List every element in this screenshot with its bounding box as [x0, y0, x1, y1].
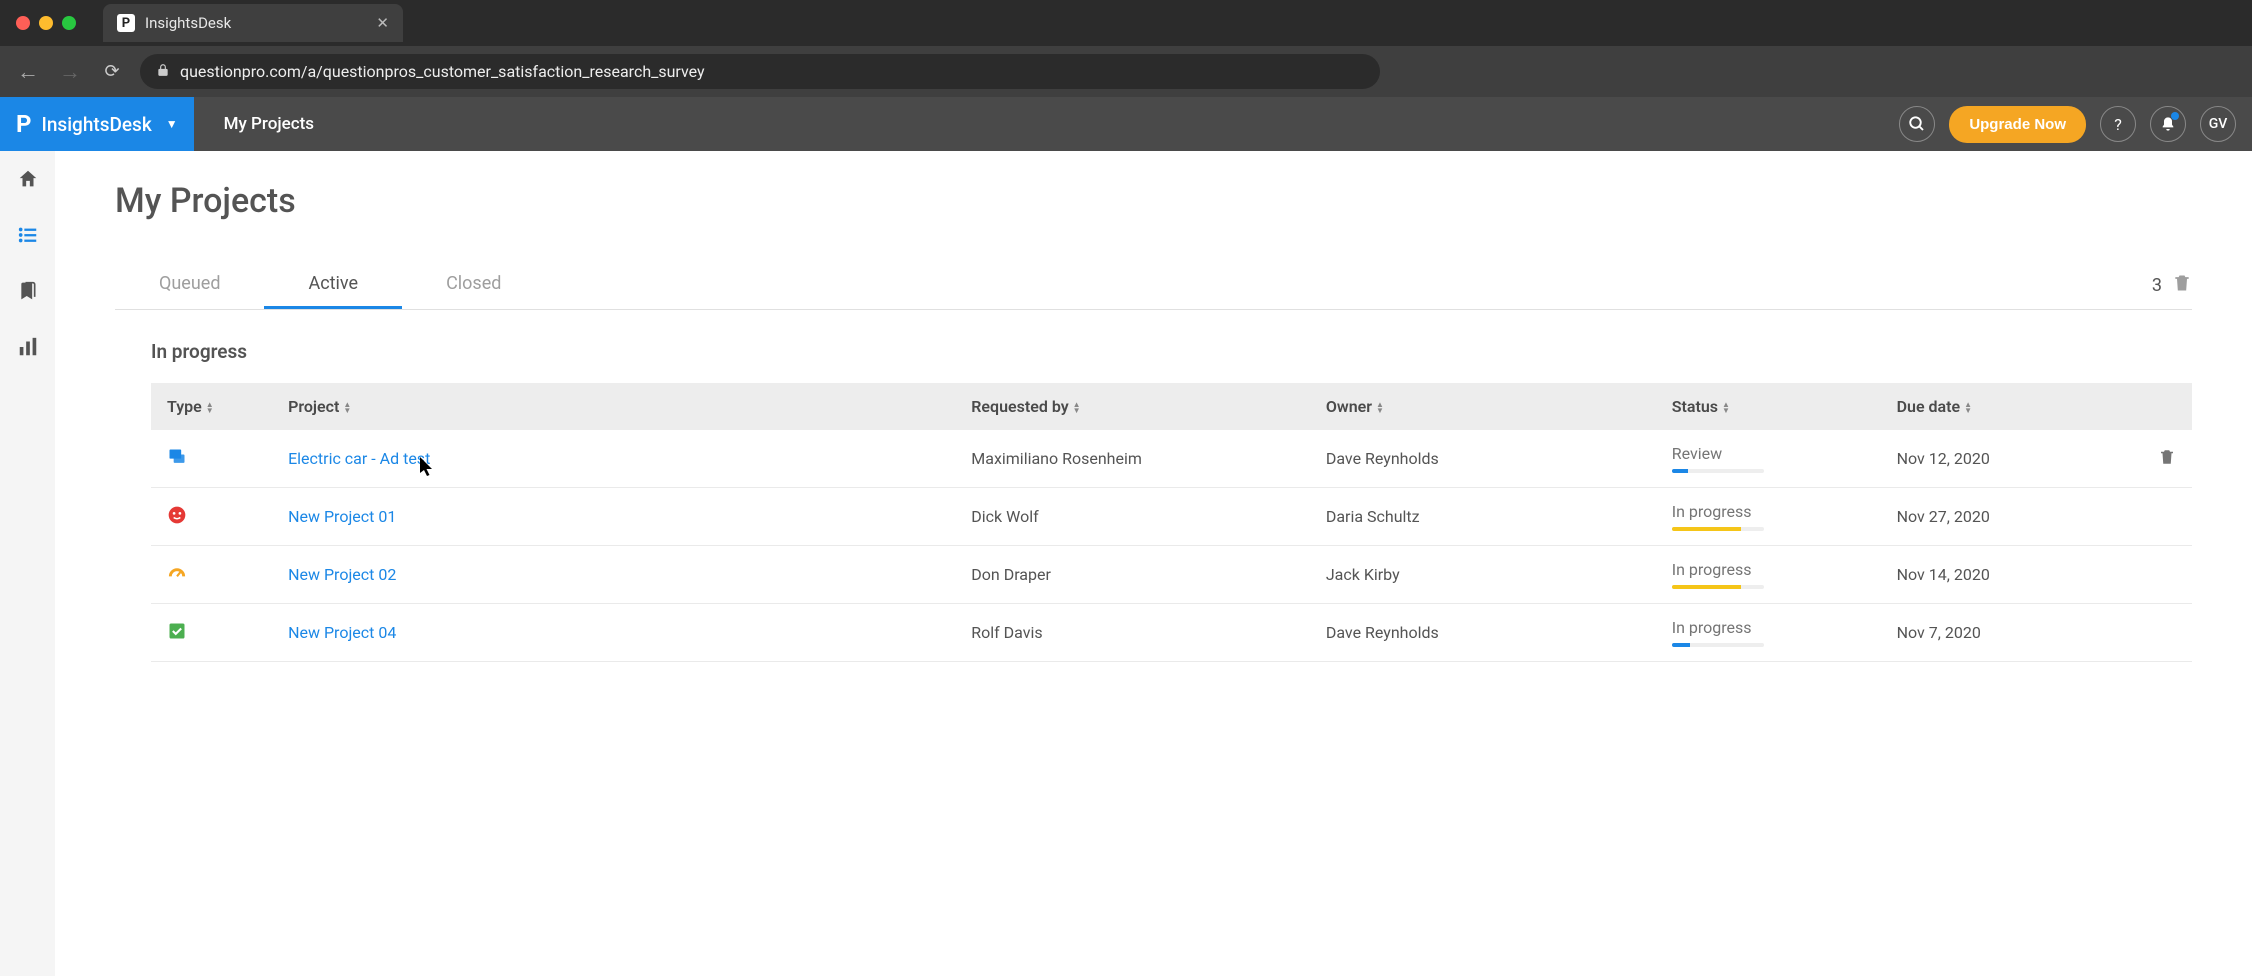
help-button[interactable]: ? [2100, 106, 2136, 142]
tab-closed[interactable]: Closed [402, 261, 545, 309]
sidebar [0, 151, 55, 976]
main-content: My Projects Queued Active Closed 3 In pr… [55, 151, 2252, 976]
window-maximize-button[interactable] [62, 16, 76, 30]
project-type-icon [167, 447, 187, 467]
tab-title: InsightsDesk [145, 14, 366, 32]
due-date-cell: Nov 14, 2020 [1881, 546, 2106, 604]
column-header-status[interactable]: Status▲▼ [1656, 383, 1881, 430]
sidebar-item-home[interactable] [16, 167, 40, 191]
notification-dot-icon [2171, 112, 2179, 120]
items-count: 3 [2152, 275, 2172, 296]
column-header-requested-by[interactable]: Requested by▲▼ [955, 383, 1310, 430]
project-link[interactable]: New Project 02 [288, 565, 396, 584]
owner-cell: Dave Reynholds [1310, 430, 1656, 488]
search-button[interactable] [1899, 106, 1935, 142]
status-cell: In progress [1656, 546, 1881, 604]
sidebar-item-list[interactable] [16, 223, 40, 247]
due-date-cell: Nov 27, 2020 [1881, 488, 2106, 546]
forward-button[interactable]: → [56, 59, 84, 85]
requested-by-cell: Don Draper [955, 546, 1310, 604]
header-actions: Upgrade Now ? GV [1883, 106, 2252, 143]
page-title: My Projects [115, 181, 2192, 221]
avatar[interactable]: GV [2200, 106, 2236, 142]
upgrade-button[interactable]: Upgrade Now [1949, 106, 2086, 143]
due-date-cell: Nov 12, 2020 [1881, 430, 2106, 488]
tab-close-icon[interactable]: ✕ [376, 14, 389, 32]
window-controls: P InsightsDesk ✕ [0, 0, 2252, 46]
table-row: New Project 04 Rolf DavisDave ReynholdsIn… [151, 604, 2192, 662]
brand-logo-icon: P [16, 110, 31, 138]
project-type-icon [167, 621, 187, 641]
progress-bar [1672, 527, 1764, 531]
url-bar-row: ← → ⟳ questionpro.com/a/questionpros_cus… [0, 46, 2252, 97]
column-header-owner[interactable]: Owner▲▼ [1310, 383, 1656, 430]
sidebar-item-bookmark[interactable] [16, 279, 40, 303]
trash-button[interactable] [2172, 273, 2192, 297]
tab-row: Queued Active Closed 3 [115, 261, 2192, 310]
table-row: New Project 02 Don DraperJack KirbyIn pro… [151, 546, 2192, 604]
sort-icon: ▲▼ [206, 402, 214, 414]
table-row: New Project 01 Dick WolfDaria SchultzIn p… [151, 488, 2192, 546]
sort-icon: ▲▼ [1722, 402, 1730, 414]
owner-cell: Jack Kirby [1310, 546, 1656, 604]
sidebar-item-analytics[interactable] [16, 335, 40, 359]
sort-icon: ▲▼ [343, 402, 351, 414]
back-button[interactable]: ← [14, 59, 42, 85]
status-cell: In progress [1656, 604, 1881, 662]
project-link[interactable]: New Project 04 [288, 623, 396, 642]
chevron-down-icon: ▼ [166, 117, 178, 131]
window-minimize-button[interactable] [39, 16, 53, 30]
notifications-button[interactable] [2150, 106, 2186, 142]
sort-icon: ▲▼ [1964, 402, 1972, 414]
owner-cell: Daria Schultz [1310, 488, 1656, 546]
app-body: My Projects Queued Active Closed 3 In pr… [0, 151, 2252, 976]
header-section-title: My Projects [194, 114, 344, 134]
browser-chrome: P InsightsDesk ✕ ← → ⟳ questionpro.com/a… [0, 0, 2252, 97]
requested-by-cell: Dick Wolf [955, 488, 1310, 546]
progress-bar [1672, 585, 1764, 589]
sort-icon: ▲▼ [1073, 402, 1081, 414]
lock-icon [156, 63, 170, 81]
project-type-icon [167, 505, 187, 525]
window-close-button[interactable] [16, 16, 30, 30]
project-link[interactable]: New Project 01 [288, 507, 396, 526]
url-text: questionpro.com/a/questionpros_customer_… [180, 62, 705, 81]
project-type-icon [167, 563, 187, 583]
table-row: Electric car - Ad test Maximiliano Rosenh… [151, 430, 2192, 488]
section-heading: In progress [151, 340, 2192, 363]
column-header-due-date[interactable]: Due date▲▼ [1881, 383, 2106, 430]
sort-icon: ▲▼ [1376, 402, 1384, 414]
column-header-project[interactable]: Project▲▼ [272, 383, 955, 430]
url-bar[interactable]: questionpro.com/a/questionpros_customer_… [140, 54, 1380, 89]
delete-row-button[interactable] [2158, 451, 2176, 470]
progress-bar [1672, 469, 1764, 473]
column-header-type[interactable]: Type▲▼ [151, 383, 272, 430]
requested-by-cell: Rolf Davis [955, 604, 1310, 662]
due-date-cell: Nov 7, 2020 [1881, 604, 2106, 662]
progress-bar [1672, 643, 1764, 647]
tab-queued[interactable]: Queued [115, 261, 264, 309]
project-link[interactable]: Electric car - Ad test [288, 449, 430, 468]
brand-name: InsightsDesk [41, 113, 151, 136]
browser-tab[interactable]: P InsightsDesk ✕ [103, 4, 403, 42]
projects-table: Type▲▼ Project▲▼ Requested by▲▼ Owner▲▼ … [151, 383, 2192, 662]
app-header: P InsightsDesk ▼ My Projects Upgrade Now… [0, 97, 2252, 151]
tab-favicon-icon: P [117, 14, 135, 32]
status-cell: In progress [1656, 488, 1881, 546]
status-cell: Review [1656, 430, 1881, 488]
brand-menu[interactable]: P InsightsDesk ▼ [0, 97, 194, 151]
tab-active[interactable]: Active [264, 261, 402, 309]
reload-button[interactable]: ⟳ [98, 61, 126, 82]
requested-by-cell: Maximiliano Rosenheim [955, 430, 1310, 488]
owner-cell: Dave Reynholds [1310, 604, 1656, 662]
